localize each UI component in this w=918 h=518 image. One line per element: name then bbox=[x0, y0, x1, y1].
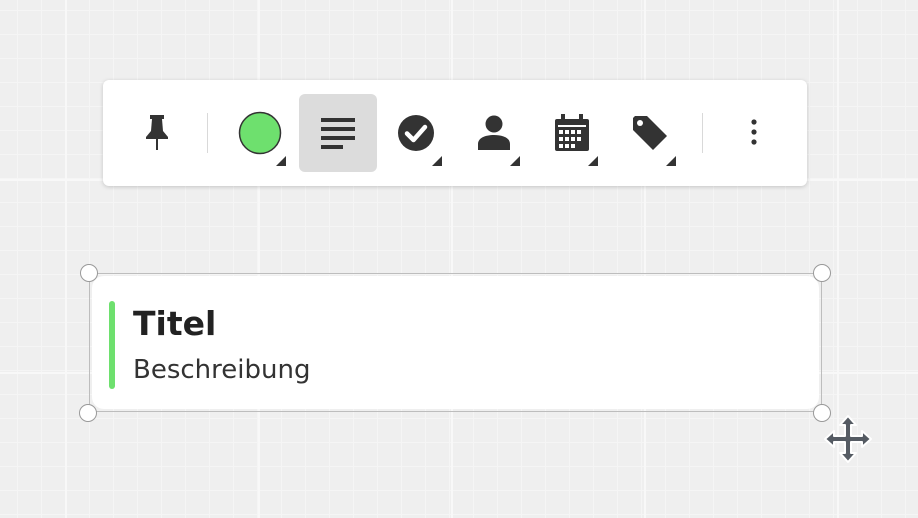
dropdown-caret-icon bbox=[276, 156, 286, 166]
dropdown-caret-icon bbox=[588, 156, 598, 166]
text-lines-icon bbox=[321, 118, 355, 149]
more-vertical-icon bbox=[751, 119, 757, 145]
date-button[interactable] bbox=[533, 94, 611, 172]
tag-icon bbox=[633, 116, 667, 150]
resize-handle-top-right[interactable] bbox=[813, 264, 831, 282]
card[interactable]: Titel Beschreibung bbox=[92, 276, 819, 409]
card-color-accent bbox=[109, 301, 115, 389]
tag-button[interactable] bbox=[611, 94, 689, 172]
card-description[interactable]: Beschreibung bbox=[133, 354, 310, 386]
color-button[interactable] bbox=[221, 94, 299, 172]
resize-handle-top-left[interactable] bbox=[80, 264, 98, 282]
card-title[interactable]: Titel bbox=[133, 304, 216, 344]
toolbar-separator bbox=[702, 113, 703, 153]
resize-handle-bottom-left[interactable] bbox=[79, 404, 97, 422]
dropdown-caret-icon bbox=[666, 156, 676, 166]
move-arrows-icon bbox=[824, 415, 872, 463]
pin-icon bbox=[146, 115, 168, 150]
calendar-icon bbox=[555, 114, 589, 151]
toolbar-separator bbox=[207, 113, 208, 153]
card-selection-frame[interactable]: Titel Beschreibung bbox=[89, 273, 822, 412]
description-button[interactable] bbox=[299, 94, 377, 172]
move-handle[interactable] bbox=[823, 414, 873, 464]
color-circle-icon bbox=[238, 111, 282, 155]
card-toolbar bbox=[103, 80, 807, 186]
dropdown-caret-icon bbox=[432, 156, 442, 166]
person-icon bbox=[478, 115, 510, 150]
assignee-button[interactable] bbox=[455, 94, 533, 172]
pin-button[interactable] bbox=[118, 94, 196, 172]
more-button[interactable] bbox=[715, 94, 793, 172]
check-circle-icon bbox=[398, 115, 434, 151]
dropdown-caret-icon bbox=[510, 156, 520, 166]
status-button[interactable] bbox=[377, 94, 455, 172]
